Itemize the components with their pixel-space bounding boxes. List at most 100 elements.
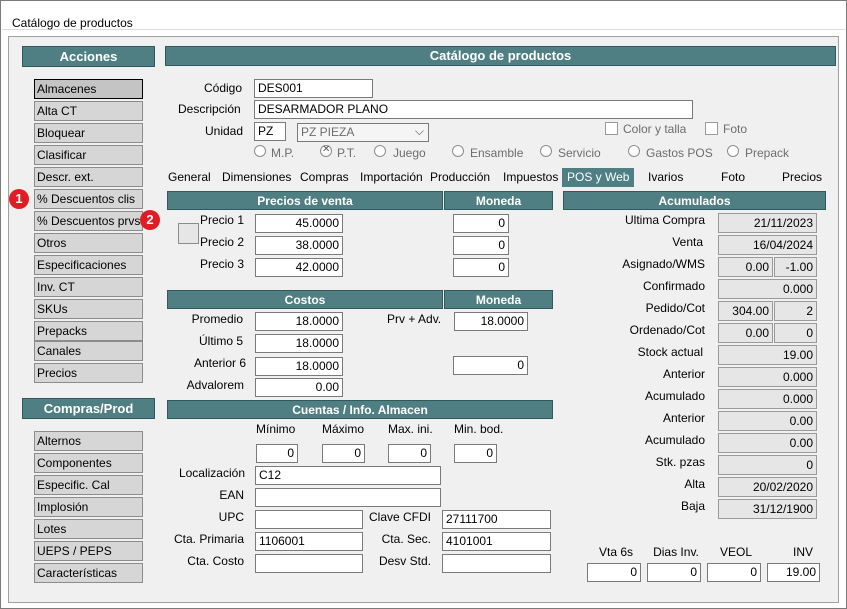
cta-sec-input[interactable]: 4101001 xyxy=(442,532,551,551)
prv-adv-input[interactable]: 18.0000 xyxy=(454,312,528,331)
compras-button-lotes[interactable]: Lotes xyxy=(34,519,143,539)
unidad-select[interactable]: PZ PIEZA ⌵ xyxy=(297,123,429,142)
radio-label-ensamble: Ensamble xyxy=(470,146,524,160)
ultimo-input[interactable]: 18.0000 xyxy=(255,334,343,353)
desv-std-input[interactable] xyxy=(442,554,551,573)
codigo-input[interactable]: DES001 xyxy=(254,79,373,98)
precio-2-input[interactable]: 38.0000 xyxy=(255,236,343,255)
radio-label-prepack: Prepack xyxy=(745,146,790,160)
acciones-button-clasificar[interactable]: Clasificar xyxy=(34,145,143,165)
acciones-button-descuentos-prvs[interactable]: % Descuentos prvs xyxy=(34,211,143,231)
stk-pzas-value: 0 xyxy=(718,455,817,475)
unidad-input[interactable]: PZ xyxy=(254,122,286,141)
costos-header: Costos xyxy=(167,290,443,309)
anterior-1-label: Anterior xyxy=(662,367,705,381)
precio-2-moneda-input[interactable]: 0 xyxy=(453,236,509,255)
radio-juego[interactable] xyxy=(374,145,386,157)
inv-label: INV xyxy=(792,545,813,559)
compras-header: Compras/Prod xyxy=(22,398,155,419)
maxini-input[interactable]: 0 xyxy=(388,444,431,463)
compras-button-alternos[interactable]: Alternos xyxy=(34,431,143,451)
compras-button-caracteristicas[interactable]: Características xyxy=(34,563,143,583)
cta-costo-input[interactable] xyxy=(255,554,363,573)
tab-importacion[interactable]: Importación xyxy=(360,168,423,187)
anterior-input[interactable]: 18.0000 xyxy=(255,357,343,376)
color-talla-checkbox[interactable] xyxy=(605,122,618,135)
precios-color-swatch[interactable] xyxy=(178,223,199,244)
main-title: Catálogo de productos xyxy=(165,46,836,66)
acciones-button-especificaciones[interactable]: Especificaciones xyxy=(34,255,143,275)
compras-button-especific-cal[interactable]: Especific. Cal xyxy=(34,475,143,495)
ean-input[interactable] xyxy=(255,488,441,507)
acciones-button-almacenes[interactable]: Almacenes xyxy=(34,79,143,99)
tab-dimensiones[interactable]: Dimensiones xyxy=(222,168,291,187)
promedio-label: Promedio xyxy=(191,312,243,326)
radio-prepack[interactable] xyxy=(727,145,739,157)
acciones-button-canales[interactable]: Canales xyxy=(34,341,143,361)
vta6s-input[interactable]: 0 xyxy=(587,563,641,582)
radio-gastos-pos[interactable] xyxy=(628,145,640,157)
tab-pos-y-web[interactable]: POS y Web xyxy=(562,168,635,187)
tab-produccion[interactable]: Producción xyxy=(430,168,490,187)
advalorem-input[interactable]: 0.00 xyxy=(255,378,343,397)
ultima-compra-label: Ultima Compra xyxy=(624,213,705,227)
acciones-button-otros[interactable]: Otros xyxy=(34,233,143,253)
radio-p-t[interactable] xyxy=(320,144,332,157)
clave-cfdi-input[interactable]: 27111700 xyxy=(442,510,551,529)
tab-general[interactable]: General xyxy=(168,168,211,187)
acciones-button-descuentos-clis[interactable]: % Descuentos clis xyxy=(34,189,143,209)
acciones-button-descr-ext[interactable]: Descr. ext. xyxy=(34,167,143,187)
localizacion-input[interactable]: C12 xyxy=(255,466,441,485)
radio-ensamble[interactable] xyxy=(452,145,464,157)
annotation-badge-2: 2 xyxy=(140,210,160,230)
acciones-button-inv-ct[interactable]: Inv. CT xyxy=(34,277,143,297)
compras-button-componentes[interactable]: Componentes xyxy=(34,453,143,473)
acciones-button-prepacks[interactable]: Prepacks xyxy=(34,321,143,341)
asignado-label: Asignado/WMS xyxy=(622,257,705,271)
cta-sec-label: Cta. Sec. xyxy=(381,532,431,546)
precio-1-input[interactable]: 45.0000 xyxy=(255,214,343,233)
precio-1-label: Precio 1 xyxy=(199,213,244,227)
anterior-1-value: 0.000 xyxy=(718,367,817,387)
precio-3-input[interactable]: 42.0000 xyxy=(255,258,343,277)
compras-button-ueps-peps[interactable]: UEPS / PEPS xyxy=(34,541,143,561)
color-talla-label: Color y talla xyxy=(623,122,687,136)
cta-costo-label: Cta. Costo xyxy=(187,554,244,568)
acciones-button-precios[interactable]: Precios xyxy=(34,363,143,383)
veol-input[interactable]: 0 xyxy=(707,563,761,582)
radio-servicio[interactable] xyxy=(540,145,552,157)
asignado-value-a: 0.00 xyxy=(718,257,773,277)
minimo-input[interactable]: 0 xyxy=(256,444,298,463)
upc-input[interactable] xyxy=(255,510,363,529)
tab-ivarios[interactable]: Ivarios xyxy=(648,168,683,187)
precio-1-moneda-input[interactable]: 0 xyxy=(453,214,509,233)
radio-label-juego: Juego xyxy=(393,146,426,160)
tab-impuestos[interactable]: Impuestos xyxy=(503,168,558,187)
acciones-button-bloquear[interactable]: Bloquear xyxy=(34,123,143,143)
app-window: Catálogo de productos Acciones Almacenes… xyxy=(0,0,847,609)
maximo-input[interactable]: 0 xyxy=(322,444,365,463)
ordenado-label: Ordenado/Cot xyxy=(629,323,705,337)
tab-precios[interactable]: Precios xyxy=(782,168,822,187)
tab-compras[interactable]: Compras xyxy=(300,168,349,187)
cta-primaria-input[interactable]: 1106001 xyxy=(255,532,363,551)
promedio-input[interactable]: 18.0000 xyxy=(255,312,343,331)
inv-input[interactable]: 19.00 xyxy=(767,563,820,582)
baja-value: 31/12/1900 xyxy=(718,499,817,519)
acciones-button-alta-ct[interactable]: Alta CT xyxy=(34,101,143,121)
radio-m-p[interactable] xyxy=(254,145,266,157)
tab-foto[interactable]: Foto xyxy=(721,168,745,187)
confirmado-value: 0.000 xyxy=(718,279,817,299)
dias-inv-input[interactable]: 0 xyxy=(647,563,701,582)
alta-label: Alta xyxy=(684,477,705,491)
descripcion-input[interactable]: DESARMADOR PLANO xyxy=(254,100,693,119)
precios-moneda-header: Moneda xyxy=(444,191,553,210)
precio-3-moneda-input[interactable]: 0 xyxy=(453,258,509,277)
costos-moneda-input[interactable]: 0 xyxy=(453,356,528,375)
minbod-input[interactable]: 0 xyxy=(454,444,497,463)
acciones-button-skus[interactable]: SKUs xyxy=(34,299,143,319)
minimo-label: Mínimo xyxy=(256,422,296,436)
anterior-2-label: Anterior xyxy=(662,411,705,425)
foto-checkbox[interactable] xyxy=(705,122,718,135)
compras-button-implosion[interactable]: Implosión xyxy=(34,497,143,517)
